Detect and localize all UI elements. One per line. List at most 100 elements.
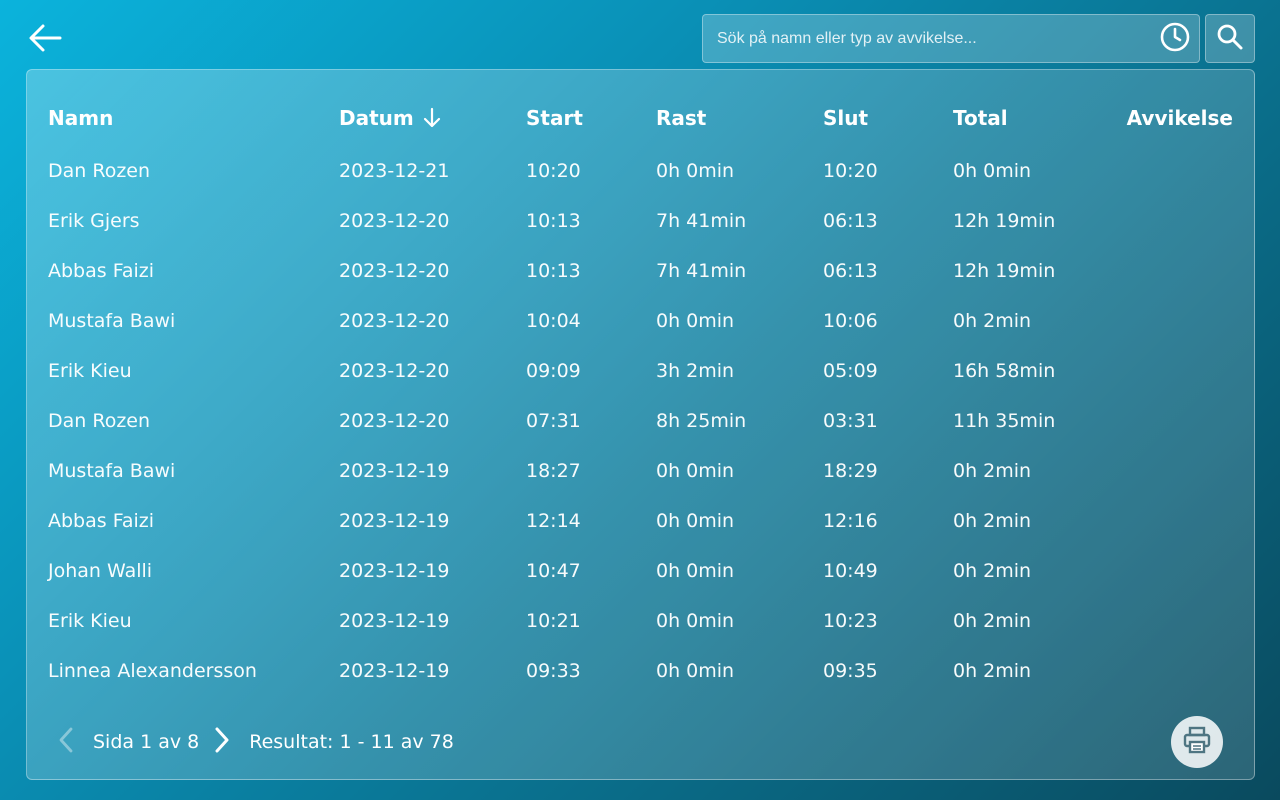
cell-name: Abbas Faizi <box>48 510 155 532</box>
cell-start: 10:04 <box>526 310 581 332</box>
next-page-button[interactable] <box>209 727 235 757</box>
cell-slut: 18:29 <box>823 460 878 482</box>
table-header: Namn Datum Start Rast Slut Total Avvikel… <box>27 100 1254 136</box>
cell-start: 10:20 <box>526 160 581 182</box>
pagination: Sida 1 av 8 Resultat: 1 - 11 av 78 <box>53 722 454 762</box>
cell-total: 0h 2min <box>953 560 1032 582</box>
cell-total: 12h 19min <box>953 210 1056 232</box>
cell-date: 2023-12-20 <box>339 410 450 432</box>
cell-slut: 10:20 <box>823 160 878 182</box>
column-header-date[interactable]: Datum <box>339 100 442 136</box>
cell-name: Linnea Alexandersson <box>48 660 257 682</box>
table-row[interactable]: Dan Rozen 2023-12-20 07:31 8h 25min 03:31 11h… <box>27 405 1254 437</box>
cell-date: 2023-12-20 <box>339 360 450 382</box>
table-row[interactable]: Johan Walli 2023-12-19 10:47 0h 0min 10:49 0h… <box>27 555 1254 587</box>
result-count: Resultat: 1 - 11 av 78 <box>249 731 454 753</box>
clock-icon <box>1159 21 1191 57</box>
cell-total: 0h 2min <box>953 660 1032 682</box>
cell-total: 12h 19min <box>953 260 1056 282</box>
cell-name: Erik Kieu <box>48 360 132 382</box>
table-row[interactable]: Mustafa Bawi 2023-12-19 18:27 0h 0min 18:29 0… <box>27 455 1254 487</box>
arrow-down-icon <box>422 107 442 129</box>
cell-rast: 0h 0min <box>656 160 735 182</box>
cell-date: 2023-12-20 <box>339 310 450 332</box>
table-row[interactable]: Linnea Alexandersson 2023-12-19 09:33 0h 0m… <box>27 655 1254 687</box>
table-row[interactable]: Erik Kieu 2023-12-19 10:21 0h 0min 10:23 0h 2… <box>27 605 1254 637</box>
chevron-right-icon <box>214 727 230 757</box>
cell-name: Mustafa Bawi <box>48 310 176 332</box>
column-header-name[interactable]: Namn <box>48 100 113 136</box>
table-row[interactable]: Erik Kieu 2023-12-20 09:09 3h 2min 05:09 16h … <box>27 355 1254 387</box>
cell-start: 10:47 <box>526 560 581 582</box>
column-header-slut[interactable]: Slut <box>823 100 868 136</box>
results-panel: Namn Datum Start Rast Slut Total Avvikel… <box>26 69 1255 780</box>
history-button[interactable] <box>1151 15 1199 63</box>
table-row[interactable]: Abbas Faizi 2023-12-20 10:13 7h 41min 06:13 1… <box>27 255 1254 287</box>
cell-date: 2023-12-20 <box>339 210 450 232</box>
cell-start: 10:21 <box>526 610 581 632</box>
page-indicator: Sida 1 av 8 <box>93 731 200 753</box>
cell-name: Mustafa Bawi <box>48 460 176 482</box>
column-header-start[interactable]: Start <box>526 100 583 136</box>
cell-rast: 0h 0min <box>656 660 735 682</box>
cell-rast: 8h 25min <box>656 410 747 432</box>
cell-name: Erik Gjers <box>48 210 140 232</box>
cell-start: 09:33 <box>526 660 581 682</box>
cell-slut: 10:49 <box>823 560 878 582</box>
table-row[interactable]: Dan Rozen 2023-12-21 10:20 0h 0min 10:20 0h 0… <box>27 155 1254 187</box>
cell-start: 09:09 <box>526 360 581 382</box>
cell-name: Erik Kieu <box>48 610 132 632</box>
cell-slut: 12:16 <box>823 510 878 532</box>
cell-rast: 7h 41min <box>656 210 747 232</box>
cell-total: 0h 2min <box>953 510 1032 532</box>
cell-total: 16h 58min <box>953 360 1056 382</box>
chevron-left-icon <box>58 727 74 757</box>
cell-slut: 06:13 <box>823 210 878 232</box>
cell-rast: 0h 0min <box>656 560 735 582</box>
cell-start: 18:27 <box>526 460 581 482</box>
cell-rast: 0h 0min <box>656 610 735 632</box>
cell-total: 0h 2min <box>953 460 1032 482</box>
cell-rast: 3h 2min <box>656 360 735 382</box>
column-header-avvikelse[interactable]: Avvikelse <box>1127 100 1233 136</box>
cell-slut: 05:09 <box>823 360 878 382</box>
cell-date: 2023-12-19 <box>339 510 450 532</box>
cell-rast: 0h 0min <box>656 510 735 532</box>
cell-date: 2023-12-19 <box>339 560 450 582</box>
cell-name: Johan Walli <box>48 560 153 582</box>
cell-date: 2023-12-20 <box>339 260 450 282</box>
cell-name: Dan Rozen <box>48 410 151 432</box>
column-header-total[interactable]: Total <box>953 100 1008 136</box>
cell-slut: 03:31 <box>823 410 878 432</box>
previous-page-button[interactable] <box>53 727 79 757</box>
cell-name: Dan Rozen <box>48 160 151 182</box>
search-input[interactable] <box>703 14 1151 63</box>
cell-slut: 10:23 <box>823 610 878 632</box>
cell-date: 2023-12-19 <box>339 610 450 632</box>
cell-slut: 06:13 <box>823 260 878 282</box>
back-button[interactable] <box>26 22 64 58</box>
column-header-rast[interactable]: Rast <box>656 100 706 136</box>
table-row[interactable]: Mustafa Bawi 2023-12-20 10:04 0h 0min 10:06 0… <box>27 305 1254 337</box>
cell-start: 10:13 <box>526 260 581 282</box>
cell-date: 2023-12-19 <box>339 660 450 682</box>
table-row[interactable]: Erik Gjers 2023-12-20 10:13 7h 41min 06:13 12… <box>27 205 1254 237</box>
cell-rast: 7h 41min <box>656 260 747 282</box>
cell-start: 12:14 <box>526 510 581 532</box>
cell-start: 10:13 <box>526 210 581 232</box>
cell-start: 07:31 <box>526 410 581 432</box>
cell-slut: 09:35 <box>823 660 878 682</box>
cell-total: 11h 35min <box>953 410 1056 432</box>
printer-icon <box>1182 725 1212 759</box>
search-icon <box>1216 23 1244 55</box>
cell-name: Abbas Faizi <box>48 260 155 282</box>
table-row[interactable]: Abbas Faizi 2023-12-19 12:14 0h 0min 12:16 0h… <box>27 505 1254 537</box>
search-field <box>702 14 1200 63</box>
cell-date: 2023-12-21 <box>339 160 450 182</box>
print-button[interactable] <box>1171 716 1223 768</box>
cell-total: 0h 0min <box>953 160 1032 182</box>
search-button[interactable] <box>1205 14 1255 63</box>
cell-slut: 10:06 <box>823 310 878 332</box>
cell-rast: 0h 0min <box>656 460 735 482</box>
cell-total: 0h 2min <box>953 610 1032 632</box>
